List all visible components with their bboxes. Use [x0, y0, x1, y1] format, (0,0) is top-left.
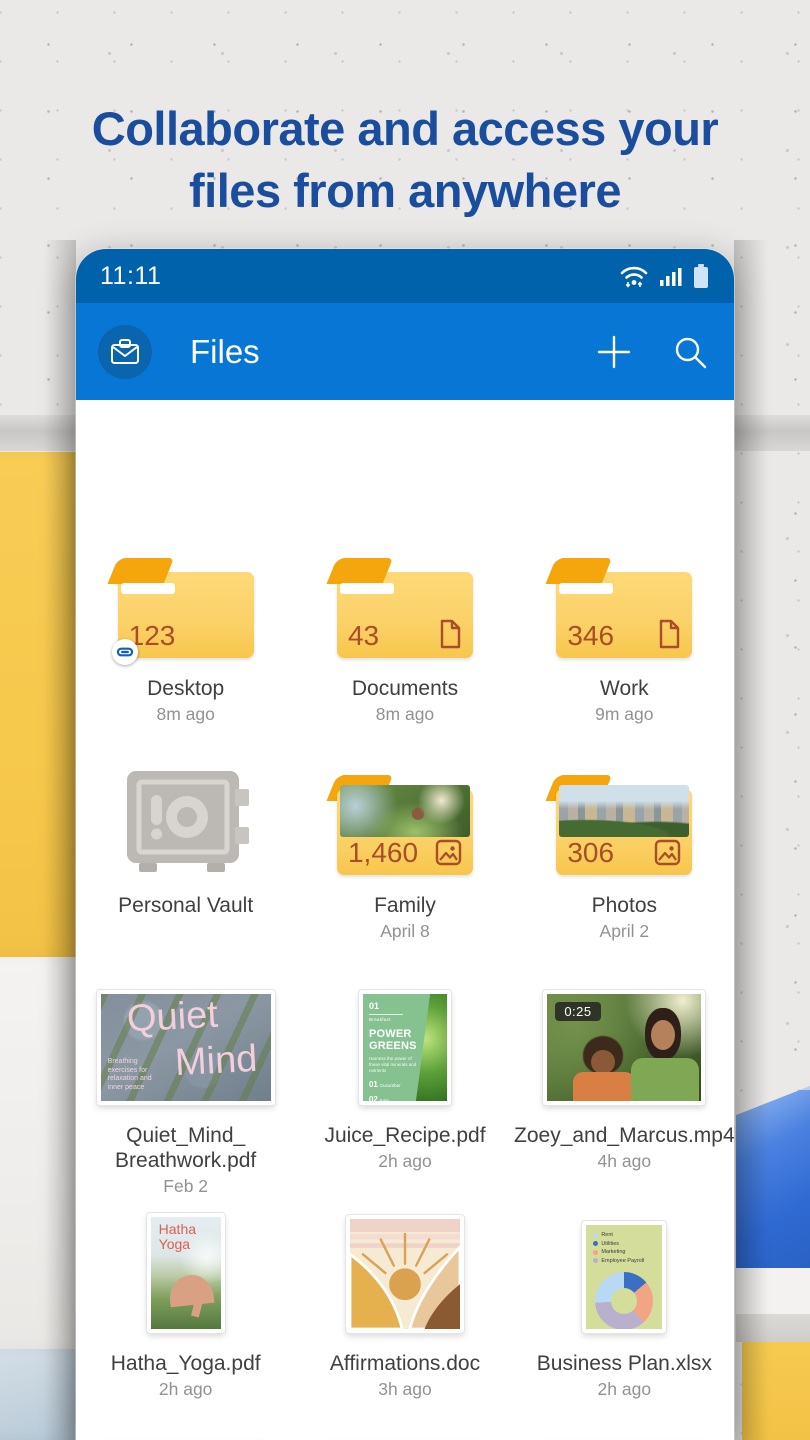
- add-button[interactable]: [592, 330, 636, 374]
- app-bar: Files: [76, 303, 734, 400]
- thumbnail-text: Mind: [174, 1038, 259, 1085]
- file-thumbnail: Hatha Yoga: [147, 1213, 225, 1333]
- folder-tile-desktop[interactable]: 123 Desktop 8m ago: [76, 552, 295, 725]
- folder-tile-documents[interactable]: 43 Documents 8m ago: [295, 552, 514, 725]
- document-icon: [657, 619, 681, 649]
- folder-tile-personal-vault[interactable]: Personal Vault: [76, 769, 295, 942]
- battery-icon: [692, 262, 710, 290]
- file-time: 3h ago: [378, 1379, 432, 1400]
- account-avatar[interactable]: [98, 325, 152, 379]
- file-name: Juice_Recipe.pdf: [324, 1123, 485, 1148]
- file-tile-business-plan[interactable]: Rent Utilities Marketing Employee Payrol…: [515, 1213, 734, 1400]
- signal-icon: [659, 264, 683, 288]
- link-icon: [115, 642, 135, 662]
- file-name: Business Plan.xlsx: [537, 1351, 712, 1376]
- folder-photo-preview: [340, 785, 470, 837]
- file-name: Hatha_Yoga.pdf: [111, 1351, 261, 1376]
- file-tile-zoey-video[interactable]: 0:25 Zoey_and_Marcus.mp4 4h ago: [515, 985, 734, 1197]
- file-tile-hatha-yoga[interactable]: Hatha Yoga Hatha_Yoga.pdf 2h ago: [76, 1213, 295, 1400]
- folder-icon: 346: [556, 556, 692, 658]
- vault-icon: [119, 771, 253, 875]
- video-thumbnail: 0:25: [543, 990, 705, 1105]
- folder-icon: 306: [556, 773, 692, 875]
- folder-item-count: 306: [567, 837, 614, 869]
- thumbnail-text: Harness the power of these vital mineral…: [369, 1056, 417, 1074]
- file-time: Feb 2: [163, 1176, 208, 1197]
- phone-mockup: 11:11: [76, 249, 734, 1440]
- plus-icon: [595, 333, 633, 371]
- phone-shadow-right: [734, 240, 768, 1440]
- file-name: Quiet_Mind_ Breathwork.pdf: [115, 1123, 256, 1173]
- folder-name: Work: [600, 676, 649, 701]
- headline-line2: files from anywhere: [0, 160, 810, 222]
- legend-dot: [593, 1241, 598, 1246]
- folder-name: Family: [374, 893, 436, 918]
- page-title: Collaborate and access your files from a…: [0, 98, 810, 222]
- folder-time: April 8: [380, 921, 430, 942]
- thumbnail-text: Breathing exercises for relaxation and i…: [108, 1058, 162, 1092]
- spreadsheet-thumbnail: Rent Utilities Marketing Employee Payrol…: [582, 1221, 666, 1333]
- legend-dot: [593, 1258, 598, 1263]
- image-icon: [654, 839, 681, 866]
- file-tile-juice-recipe[interactable]: 01 Breakfast POWER GREENS Harness the po…: [295, 985, 514, 1197]
- document-icon: [438, 619, 462, 649]
- folder-tile-photos[interactable]: 306 Photos April 2: [515, 769, 734, 942]
- file-grid: 123 Desktop 8m ago: [76, 400, 734, 1440]
- file-time: 2h ago: [598, 1379, 652, 1400]
- folder-name: Personal Vault: [118, 893, 253, 918]
- folder-photo-preview: [559, 785, 689, 837]
- folder-item-count: 346: [567, 620, 614, 652]
- file-name: Zoey_and_Marcus.mp4: [514, 1123, 734, 1148]
- folder-tile-family[interactable]: 1,460 Family April 8: [295, 769, 514, 942]
- file-tile-quiet-mind[interactable]: Quiet Mind Breathing exercises for relax…: [76, 985, 295, 1197]
- thumbnail-text: 01: [369, 1001, 441, 1011]
- folder-time: 8m ago: [376, 704, 434, 725]
- folder-name: Documents: [352, 676, 458, 701]
- file-thumbnail: [346, 1215, 464, 1333]
- screen-title: Files: [190, 333, 260, 371]
- legend-label: Marketing: [601, 1249, 625, 1255]
- file-time: 2h ago: [159, 1379, 213, 1400]
- legend-label: Utilities: [601, 1241, 619, 1247]
- folder-name: Photos: [592, 893, 657, 918]
- folder-time: 8m ago: [156, 704, 214, 725]
- legend-label: Employee Payroll: [601, 1258, 644, 1264]
- image-icon: [435, 839, 462, 866]
- headline-line1: Collaborate and access your: [0, 98, 810, 160]
- file-thumbnail: 01 Breakfast POWER GREENS Harness the po…: [359, 990, 451, 1105]
- folder-item-count: 43: [348, 620, 379, 652]
- thumbnail-text: Breakfast: [369, 1017, 441, 1022]
- folder-time: 9m ago: [595, 704, 653, 725]
- folder-item-count: 1,460: [348, 837, 418, 869]
- file-time: 2h ago: [378, 1151, 432, 1172]
- boho-sun-art: [350, 1219, 460, 1329]
- search-icon: [671, 333, 709, 371]
- folder-tile-work[interactable]: 346 Work 9m ago: [515, 552, 734, 725]
- search-button[interactable]: [668, 330, 712, 374]
- donut-chart: [595, 1272, 653, 1330]
- phone-shadow-left: [44, 240, 76, 1440]
- wifi-icon: [618, 263, 650, 289]
- file-name: Affirmations.doc: [330, 1351, 480, 1376]
- status-bar: 11:11: [76, 249, 734, 303]
- folder-icon: 43: [337, 556, 473, 658]
- folder-icon: 1,460: [337, 773, 473, 875]
- legend-dot: [593, 1250, 598, 1255]
- file-time: 4h ago: [598, 1151, 652, 1172]
- thumbnail-text: Quiet: [126, 994, 219, 1041]
- legend-dot: [593, 1233, 598, 1238]
- folder-time: April 2: [600, 921, 650, 942]
- file-tile-affirmations[interactable]: Affirmations.doc 3h ago: [295, 1213, 514, 1400]
- legend-label: Rent: [601, 1232, 613, 1238]
- folder-icon: 123: [118, 556, 254, 658]
- shared-link-badge: [112, 639, 138, 665]
- folder-name: Desktop: [147, 676, 224, 701]
- status-time: 11:11: [100, 262, 161, 291]
- briefcase-icon: [109, 337, 141, 367]
- video-duration-badge: 0:25: [555, 1002, 600, 1021]
- file-thumbnail: Quiet Mind Breathing exercises for relax…: [97, 990, 275, 1105]
